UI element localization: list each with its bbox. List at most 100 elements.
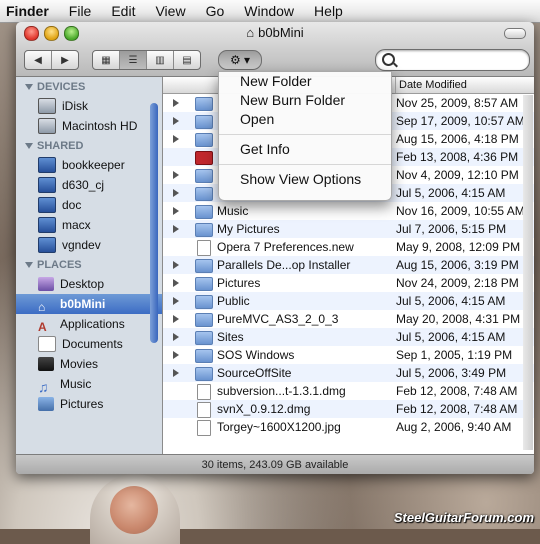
list-view-button[interactable]: ☰ [119,51,146,69]
titlebar: ⌂ b0bMini ◀ ▶ ▦ ☰ ▥ ▤ ⚙ ▾ [16,22,534,77]
vertical-scrollbar[interactable] [523,95,533,450]
menu-item-new-folder[interactable]: New Folder [219,72,391,91]
sidebar-item-macx[interactable]: macx [16,215,162,235]
sidebar-item-doc[interactable]: doc [16,195,162,215]
column-view-button[interactable]: ▥ [146,51,173,69]
network-computer-icon [38,197,56,213]
table-row[interactable]: Sites Jul 5, 2006, 4:15 AM [163,328,534,346]
folder-icon [195,367,213,381]
file-date: Jul 5, 2006, 3:49 PM [396,366,507,380]
file-date: Aug 2, 2006, 9:40 AM [396,420,512,434]
sidebar-item-label: iDisk [62,99,88,113]
sidebar-item-music[interactable]: ♫ Music [16,374,162,395]
action-menu-button[interactable]: ⚙ ▾ [218,50,262,70]
table-row[interactable]: subversion...t-1.3.1.dmg Feb 12, 2008, 7:… [163,382,534,400]
menubar: Finder File Edit View Go Window Help [0,0,540,23]
table-row[interactable]: Parallels De...op Installer Aug 15, 2006,… [163,256,534,274]
menu-item-show-view-options[interactable]: Show View Options [219,170,391,189]
sidebar-item-idisk[interactable]: iDisk [16,96,162,116]
file-date: Jul 5, 2006, 4:15 AM [396,294,506,308]
table-row[interactable]: SourceOffSite Jul 5, 2006, 3:49 PM [163,364,534,382]
sidebar-scrollbar[interactable] [150,103,158,343]
sidebar-section-shared[interactable]: SHARED [16,137,162,155]
menu-help[interactable]: Help [304,0,353,22]
disclosure-icon[interactable] [173,189,179,197]
table-row[interactable]: Opera 7 Preferences.new May 9, 2008, 12:0… [163,238,534,256]
sidebar-item-documents[interactable]: Documents [16,334,162,354]
menu-view[interactable]: View [145,0,195,22]
file-name: Music [217,204,249,218]
menu-file[interactable]: File [59,0,102,22]
menu-window[interactable]: Window [234,0,304,22]
back-forward-control: ◀ ▶ [24,50,79,70]
sidebar-item-label: macx [62,218,91,232]
file-name: svnX_0.9.12.dmg [217,402,311,416]
menu-finder[interactable]: Finder [0,0,59,22]
sidebar-item-label: doc [62,198,82,212]
sidebar-section-places[interactable]: PLACES [16,256,162,274]
table-row[interactable]: Pictures Nov 24, 2009, 2:18 PM [163,274,534,292]
sidebar-item-pictures[interactable]: Pictures [16,394,162,414]
section-title: PLACES [37,259,82,271]
disclosure-icon[interactable] [173,297,179,305]
sidebar-section-devices[interactable]: DEVICES [16,78,162,96]
disclosure-icon[interactable] [173,369,179,377]
pictures-icon [38,397,54,411]
search-icon [382,53,395,66]
app-icon [195,151,213,165]
section-title: DEVICES [37,81,86,93]
disclosure-icon[interactable] [173,117,179,125]
search-input[interactable] [375,49,530,71]
sidebar-item-desktop[interactable]: Desktop [16,274,162,294]
table-row[interactable]: Public Jul 5, 2006, 4:15 AM [163,292,534,310]
forward-button[interactable]: ▶ [51,51,78,69]
file-name: PureMVC_AS3_2_0_3 [217,312,339,326]
menu-separator [219,164,391,165]
menu-item-open[interactable]: Open [219,110,391,129]
sidebar-item-macintosh-hd[interactable]: Macintosh HD [16,116,162,136]
disclosure-icon[interactable] [173,333,179,341]
table-row[interactable]: Music Nov 16, 2009, 10:55 AM [163,202,534,220]
menu-go[interactable]: Go [196,0,235,22]
file-date: Nov 4, 2009, 12:10 PM [396,168,519,182]
file-date: Nov 24, 2009, 2:18 PM [396,276,519,290]
column-date-modified[interactable]: Date Modified [395,77,467,93]
file-icon [197,384,211,400]
disclosure-icon[interactable] [173,261,179,269]
disclosure-icon[interactable] [173,351,179,359]
disclosure-icon[interactable] [173,207,179,215]
table-row[interactable]: My Pictures Jul 7, 2006, 5:15 PM [163,220,534,238]
back-button[interactable]: ◀ [25,51,51,69]
menu-item-new-burn-folder[interactable]: New Burn Folder [219,91,391,110]
status-bar: 30 items, 243.09 GB available [16,454,534,474]
table-row[interactable]: svnX_0.9.12.dmg Feb 12, 2008, 7:48 AM [163,400,534,418]
disclosure-icon[interactable] [173,171,179,179]
disclosure-icon[interactable] [173,315,179,323]
disclosure-icon[interactable] [173,279,179,287]
disclosure-icon[interactable] [173,225,179,233]
folder-icon [195,133,213,147]
sidebar-item-label: Documents [62,337,123,351]
menu-edit[interactable]: Edit [101,0,145,22]
table-row[interactable]: PureMVC_AS3_2_0_3 May 20, 2008, 4:31 PM [163,310,534,328]
disclosure-icon[interactable] [173,135,179,143]
coverflow-view-button[interactable]: ▤ [173,51,200,69]
menu-item-get-info[interactable]: Get Info [219,140,391,159]
sidebar-item-applications[interactable]: A Applications [16,314,162,334]
file-name: subversion...t-1.3.1.dmg [217,384,346,398]
disclosure-icon[interactable] [173,99,179,107]
table-row[interactable]: Torgey~1600X1200.jpg Aug 2, 2006, 9:40 AM [163,418,534,436]
sidebar-item-d630-cj[interactable]: d630_cj [16,175,162,195]
desktop-icon [38,277,54,291]
file-date: Feb 12, 2008, 7:48 AM [396,402,518,416]
sidebar-item-vgndev[interactable]: vgndev [16,235,162,255]
wallpaper-photo-face [110,486,158,534]
sidebar-item-bookkeeper[interactable]: bookkeeper [16,155,162,175]
table-row[interactable]: SOS Windows Sep 1, 2005, 1:19 PM [163,346,534,364]
sidebar-item-home[interactable]: ⌂ b0bMini [16,294,162,314]
toolbar-toggle-button[interactable] [504,28,526,39]
window-title: ⌂ b0bMini [16,24,534,42]
section-title: SHARED [37,140,84,152]
icon-view-button[interactable]: ▦ [93,51,119,69]
sidebar-item-movies[interactable]: Movies [16,354,162,374]
